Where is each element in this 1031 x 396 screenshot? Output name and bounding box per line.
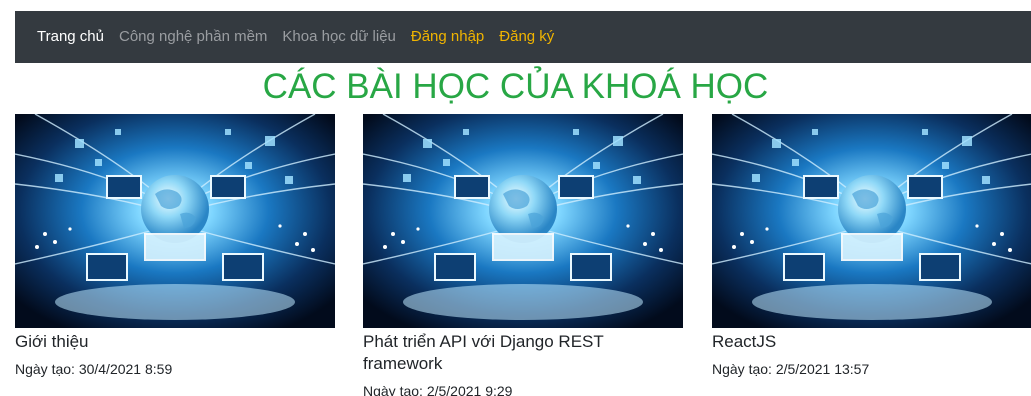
lesson-title[interactable]: ReactJS [712, 331, 1031, 353]
lesson-created-date: Ngày tạo: 2/5/2021 13:57 [712, 361, 870, 377]
nav-link-data-science[interactable]: Khoa học dữ liệu [282, 27, 395, 47]
network-globe-image[interactable] [363, 114, 683, 328]
page-title: CÁC BÀI HỌC CỦA KHOÁ HỌC [262, 67, 769, 106]
lesson-created-date: Ngày tạo: 2/5/2021 9:29 [363, 383, 513, 396]
top-navbar: Trang chủ Công nghệ phần mềm Khoa học dữ… [15, 11, 1031, 63]
lesson-created-date: Ngày tạo: 30/4/2021 8:59 [15, 361, 173, 377]
page: Trang chủ Công nghệ phần mềm Khoa học dữ… [0, 0, 1031, 396]
lesson-card: Phát triển API với Django REST framework… [363, 114, 685, 396]
nav-link-register[interactable]: Đăng ký [499, 27, 554, 47]
nav-link-home[interactable]: Trang chủ [37, 27, 104, 47]
nav-link-login[interactable]: Đăng nhập [411, 27, 484, 47]
network-globe-image[interactable] [712, 114, 1031, 328]
nav-link-software-engineering[interactable]: Công nghệ phần mềm [119, 27, 267, 47]
lesson-card: Giới thiệu Ngày tạo: 30/4/2021 8:59 [15, 114, 337, 378]
lesson-card: ReactJS Ngày tạo: 2/5/2021 13:57 [712, 114, 1031, 378]
network-globe-image[interactable] [15, 114, 335, 328]
lesson-title[interactable]: Phát triển API với Django REST framework [363, 331, 685, 375]
lesson-title[interactable]: Giới thiệu [15, 331, 337, 353]
